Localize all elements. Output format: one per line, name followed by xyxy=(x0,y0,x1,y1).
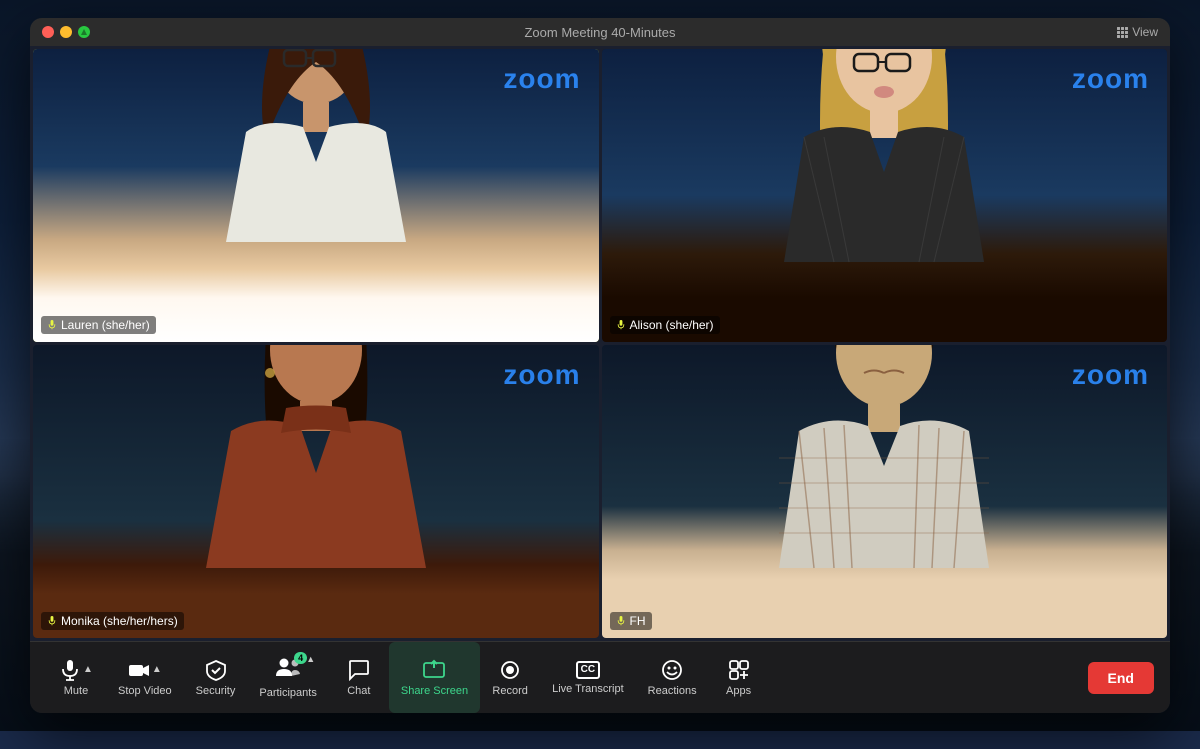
name-tag-alison: Alison (she/her) xyxy=(610,316,720,334)
participants-count-badge: 4 xyxy=(294,652,307,664)
video-cell-lauren: zoom Lauren (she/her) xyxy=(33,49,599,342)
participant-video-alison xyxy=(734,49,1034,342)
stop-video-label: Stop Video xyxy=(118,685,172,697)
mic-icon-lauren xyxy=(47,320,57,330)
record-button[interactable]: Record xyxy=(480,642,540,713)
end-button[interactable]: End xyxy=(1088,662,1154,694)
zoom-watermark-2: zoom xyxy=(503,359,580,391)
zoom-watermark-0: zoom xyxy=(503,63,580,95)
reactions-button[interactable]: Reactions xyxy=(636,642,709,713)
zoom-window: Zoom Meeting 40-Minutes View xyxy=(30,18,1170,713)
share-screen-toolbar-icon xyxy=(423,659,445,681)
share-screen-button[interactable]: Share Screen xyxy=(389,642,480,713)
mic-toolbar-icon xyxy=(59,659,81,681)
video-toolbar-icon xyxy=(128,659,150,681)
view-button[interactable]: View xyxy=(1117,25,1158,39)
apps-label: Apps xyxy=(726,685,751,697)
toolbar: ▲ Mute ▲ Stop Video Security xyxy=(30,641,1170,713)
zoom-watermark-1: zoom xyxy=(1072,63,1149,95)
participants-label: Participants xyxy=(259,687,316,699)
mute-button[interactable]: ▲ Mute xyxy=(46,642,106,713)
zoom-watermark-3: zoom xyxy=(1072,359,1149,391)
stop-video-button[interactable]: ▲ Stop Video xyxy=(106,642,184,713)
mute-chevron[interactable]: ▲ xyxy=(83,664,93,675)
participants-button[interactable]: 4 ▲ Participants xyxy=(247,642,328,713)
apps-button[interactable]: Apps xyxy=(709,642,769,713)
share-screen-label: Share Screen xyxy=(401,685,468,697)
reactions-label: Reactions xyxy=(648,685,697,697)
window-title: Zoom Meeting 40-Minutes xyxy=(524,25,675,40)
mic-icon-alison xyxy=(616,320,626,330)
record-label: Record xyxy=(492,685,527,697)
participant-video-monika xyxy=(166,345,466,638)
participant-video-fh xyxy=(734,345,1034,638)
video-cell-monika: zoom Monika (she/her/hers) xyxy=(33,345,599,638)
participants-chevron[interactable]: ▲ xyxy=(306,654,315,664)
record-toolbar-icon xyxy=(499,659,521,681)
mute-label: Mute xyxy=(64,685,88,697)
mic-icon-fh xyxy=(616,616,626,626)
participant-video-lauren xyxy=(166,49,466,342)
name-tag-fh: FH xyxy=(610,612,652,630)
security-label: Security xyxy=(196,685,236,697)
reactions-toolbar-icon xyxy=(661,659,683,681)
minimize-button[interactable] xyxy=(60,26,72,38)
grid-icon xyxy=(1117,27,1128,38)
apps-toolbar-icon xyxy=(728,659,750,681)
security-button[interactable]: Security xyxy=(184,642,248,713)
shield-toolbar-icon xyxy=(205,659,227,681)
traffic-lights xyxy=(42,26,90,38)
cc-icon: CC xyxy=(576,661,600,679)
live-transcript-label: Live Transcript xyxy=(552,683,624,695)
video-cell-fh: zoom FH xyxy=(602,345,1168,638)
live-transcript-button[interactable]: CC Live Transcript xyxy=(540,642,636,713)
video-chevron[interactable]: ▲ xyxy=(152,664,162,675)
name-tag-monika: Monika (she/her/hers) xyxy=(41,612,184,630)
video-cell-alison: zoom Alison (she/her) xyxy=(602,49,1168,342)
chat-toolbar-icon xyxy=(348,659,370,681)
titlebar: Zoom Meeting 40-Minutes View xyxy=(30,18,1170,46)
chat-button[interactable]: Chat xyxy=(329,642,389,713)
mic-icon-monika xyxy=(47,616,57,626)
chat-label: Chat xyxy=(347,685,370,697)
close-button[interactable] xyxy=(42,26,54,38)
name-tag-lauren: Lauren (she/her) xyxy=(41,316,156,334)
video-grid: zoom Lauren (she/her) xyxy=(30,46,1170,641)
maximize-button[interactable] xyxy=(78,26,90,38)
